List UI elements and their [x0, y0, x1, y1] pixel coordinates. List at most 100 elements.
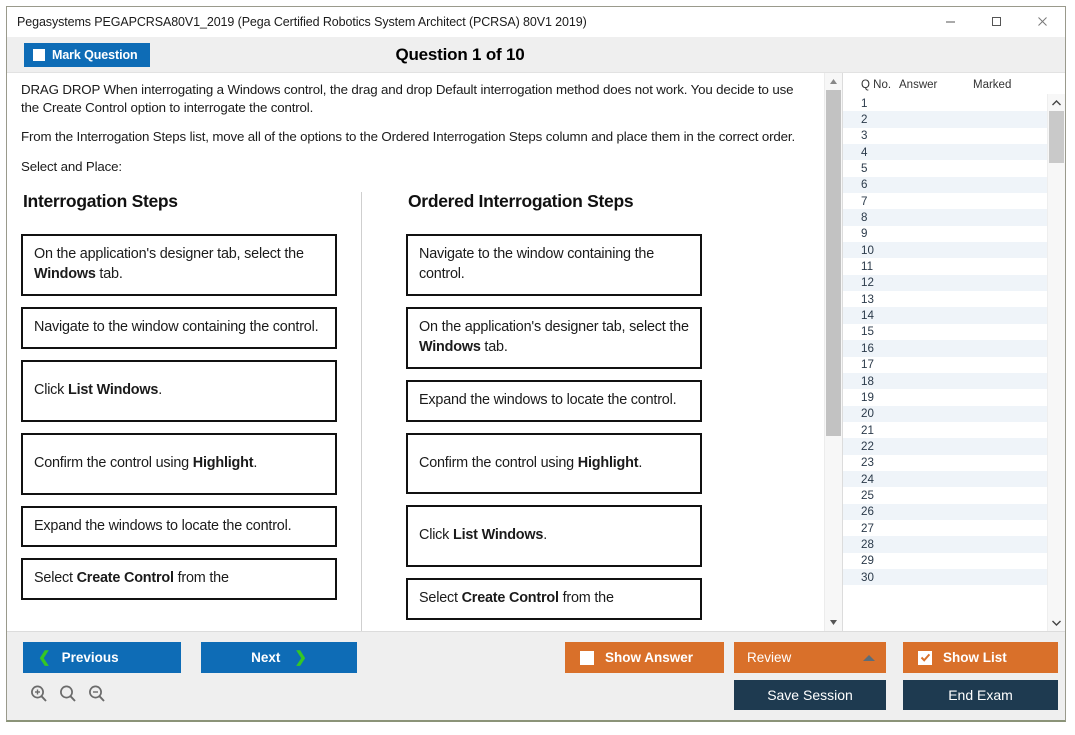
question-list-row-number: 3 [861, 129, 867, 142]
save-session-label: Save Session [767, 687, 853, 703]
drop-item[interactable]: On the application's designer tab, selec… [406, 307, 702, 369]
drop-item[interactable]: Expand the windows to locate the control… [406, 380, 702, 422]
question-list-row-number: 27 [861, 522, 874, 535]
question-list-row-number: 25 [861, 489, 874, 502]
question-list-row[interactable]: 4 [843, 144, 1047, 160]
end-exam-button[interactable]: End Exam [903, 680, 1058, 710]
question-list-row[interactable]: 25 [843, 487, 1047, 503]
drop-item-text-pre: Confirm the control using [419, 455, 578, 471]
list-scrollbar-thumb[interactable] [1049, 111, 1064, 163]
drop-item-text-bold: Create Control [462, 590, 559, 606]
drag-item-text-pre: Select [34, 570, 77, 586]
question-list-row-number: 22 [861, 440, 874, 453]
question-list-row[interactable]: 22 [843, 438, 1047, 454]
drop-item-text-post: tab. [481, 339, 508, 355]
question-list-row[interactable]: 24 [843, 471, 1047, 487]
question-list-row[interactable]: 20 [843, 406, 1047, 422]
list-scroll-down-icon[interactable] [1048, 614, 1065, 631]
content-scrollbar[interactable] [824, 73, 842, 631]
content-scrollbar-thumb[interactable] [826, 90, 841, 436]
drag-item-text-bold: Create Control [77, 570, 174, 586]
question-list-row[interactable]: 23 [843, 455, 1047, 471]
drag-item-text-post: from the [174, 570, 229, 586]
drag-item-text-pre: Confirm the control using [34, 455, 193, 471]
question-list-row[interactable]: 7 [843, 193, 1047, 209]
next-button[interactable]: Next ❯ [201, 642, 357, 673]
list-scrollbar-track[interactable] [1048, 111, 1065, 614]
scroll-up-icon[interactable] [825, 73, 842, 90]
previous-button[interactable]: ❮ Previous [23, 642, 181, 673]
drag-item[interactable]: On the application's designer tab, selec… [21, 234, 337, 296]
question-list-panel: Q No. Answer Marked 12345678910111213141… [842, 73, 1065, 631]
question-list-row[interactable]: 21 [843, 422, 1047, 438]
drag-item-text-bold: Highlight [193, 455, 254, 471]
drag-item[interactable]: Expand the windows to locate the control… [21, 506, 337, 548]
question-list-row[interactable]: 14 [843, 307, 1047, 323]
question-list-row[interactable]: 5 [843, 160, 1047, 176]
show-answer-button[interactable]: Show Answer [565, 642, 724, 673]
drop-item-text-pre: Expand the windows to locate the control… [419, 392, 676, 408]
column-header-marked: Marked [973, 79, 1043, 91]
drag-item[interactable]: Select Create Control from the [21, 558, 337, 600]
drop-item[interactable]: Navigate to the window containing the co… [406, 234, 702, 296]
question-list-row[interactable]: 6 [843, 177, 1047, 193]
question-list-row[interactable]: 26 [843, 504, 1047, 520]
question-list-row[interactable]: 15 [843, 324, 1047, 340]
question-list-row[interactable]: 27 [843, 520, 1047, 536]
question-list-row-number: 12 [861, 276, 874, 289]
zoom-reset-icon[interactable] [58, 684, 78, 709]
question-list-row[interactable]: 17 [843, 357, 1047, 373]
question-content: DRAG DROP When interrogating a Windows c… [7, 73, 824, 631]
column-header-answer: Answer [899, 79, 973, 91]
zoom-in-icon[interactable] [29, 684, 49, 709]
question-list-row-number: 26 [861, 505, 874, 518]
question-header-bar: Mark Question Question 1 of 10 [7, 37, 1065, 73]
zoom-controls [29, 684, 107, 709]
close-icon[interactable] [1019, 7, 1065, 36]
drop-item[interactable]: Select Create Control from the [406, 578, 702, 620]
question-list-header: Q No. Answer Marked [843, 73, 1065, 94]
chevron-up-icon [863, 655, 875, 661]
drag-item[interactable]: Confirm the control using Highlight. [21, 433, 337, 495]
question-list-row[interactable]: 18 [843, 373, 1047, 389]
content-scrollbar-track[interactable] [825, 90, 842, 614]
question-list-row[interactable]: 10 [843, 242, 1047, 258]
mark-question-checkbox[interactable] [33, 49, 45, 61]
drop-item[interactable]: Click List Windows. [406, 505, 702, 567]
question-list-row[interactable]: 9 [843, 226, 1047, 242]
drag-item[interactable]: Navigate to the window containing the co… [21, 307, 337, 349]
question-list-row[interactable]: 2 [843, 111, 1047, 127]
question-list-row-number: 5 [861, 162, 867, 175]
drop-item-text-post: . [638, 455, 642, 471]
drop-item-text-bold: Windows [419, 339, 481, 355]
question-list-row[interactable]: 28 [843, 536, 1047, 552]
drop-item[interactable]: Confirm the control using Highlight. [406, 433, 702, 495]
scroll-down-icon[interactable] [825, 614, 842, 631]
question-list-row[interactable]: 30 [843, 569, 1047, 585]
question-list-row[interactable]: 11 [843, 258, 1047, 274]
previous-button-label: Previous [62, 650, 119, 665]
question-list-row[interactable]: 19 [843, 389, 1047, 405]
list-scroll-up-icon[interactable] [1048, 94, 1065, 111]
show-list-button[interactable]: Show List [903, 642, 1058, 673]
show-answer-checkbox[interactable] [580, 651, 594, 665]
question-list-row[interactable]: 3 [843, 128, 1047, 144]
show-list-checkbox[interactable] [918, 651, 932, 665]
maximize-icon[interactable] [973, 7, 1019, 36]
minimize-icon[interactable] [927, 7, 973, 36]
question-list-row[interactable]: 13 [843, 291, 1047, 307]
question-list-row[interactable]: 16 [843, 340, 1047, 356]
drop-item-text-pre: Navigate to the window containing the co… [419, 246, 654, 282]
question-list-row-number: 30 [861, 571, 874, 584]
question-list-row[interactable]: 29 [843, 553, 1047, 569]
drag-item[interactable]: Click List Windows. [21, 360, 337, 422]
mark-question-button[interactable]: Mark Question [24, 43, 150, 67]
question-list-row[interactable]: 12 [843, 275, 1047, 291]
save-session-button[interactable]: Save Session [734, 680, 886, 710]
question-list-row[interactable]: 1 [843, 95, 1047, 111]
review-dropdown[interactable]: Review [734, 642, 886, 673]
zoom-out-icon[interactable] [87, 684, 107, 709]
show-list-label: Show List [943, 650, 1007, 665]
question-list-scrollbar[interactable] [1047, 94, 1065, 631]
question-list-row[interactable]: 8 [843, 209, 1047, 225]
